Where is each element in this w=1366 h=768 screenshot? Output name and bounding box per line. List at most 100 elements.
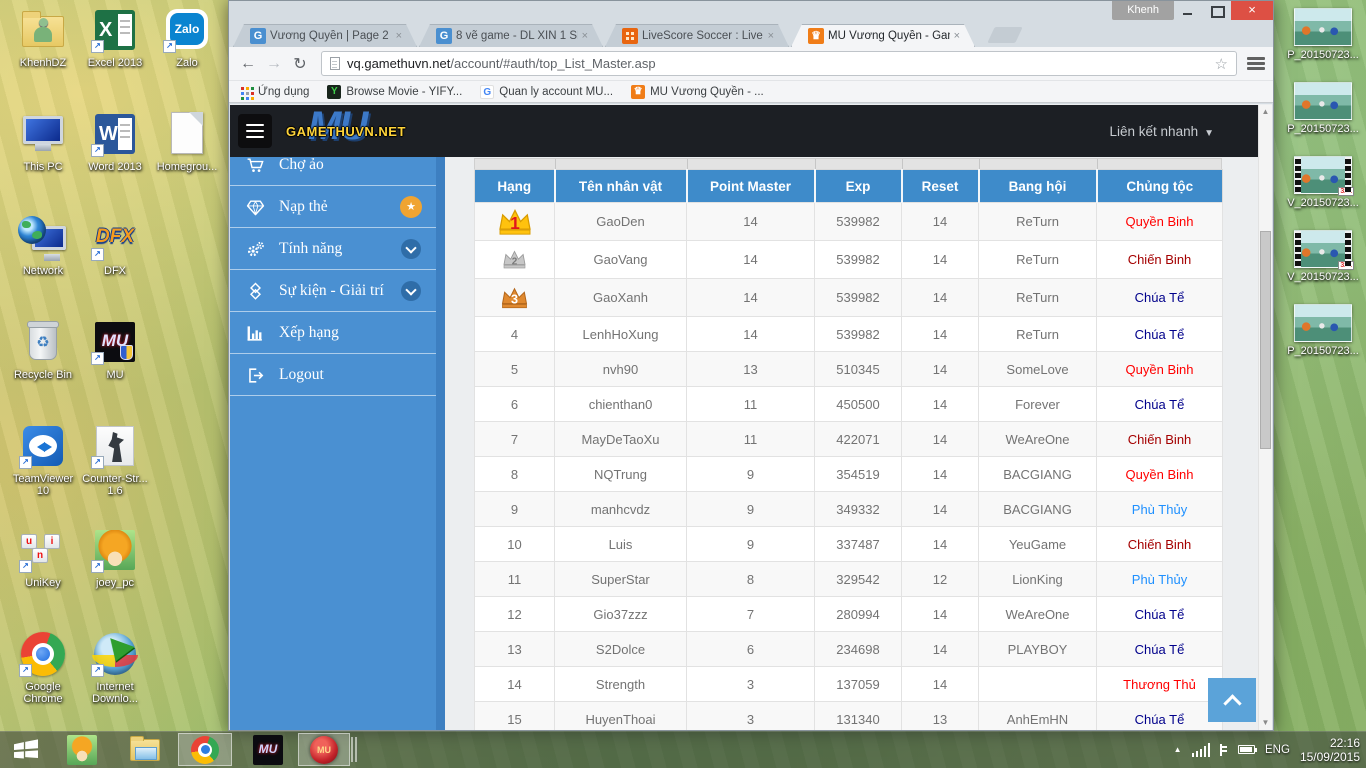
desktop-icon-label: TeamViewer 10	[6, 473, 80, 497]
desktop-icon-photo[interactable]: P_20150723...	[1286, 8, 1360, 61]
quick-links-dropdown[interactable]: Liên kết nhanh▼	[1110, 124, 1214, 139]
bookmarks-bar: Ứng dụng Browse Movie - YIFY... Quan ly …	[229, 80, 1273, 103]
cell-reset: 13	[902, 702, 979, 731]
desktop-icon-excel[interactable]: X Excel 2013	[78, 6, 152, 69]
browser-tab[interactable]: MU Vương Quyền - Game ×	[791, 24, 975, 47]
scrollbar-down-arrow[interactable]: ▼	[1259, 716, 1272, 730]
language-indicator[interactable]: ENG	[1265, 744, 1290, 756]
scroll-to-top-button[interactable]	[1208, 678, 1256, 722]
taskbar-icon-mu-dark[interactable]: MU	[248, 733, 288, 766]
bookmark-star-icon[interactable]: ☆	[1215, 55, 1228, 73]
start-button[interactable]	[0, 731, 52, 768]
desktop-icon-dfx[interactable]: DFX DFX	[78, 214, 152, 277]
battery-icon[interactable]	[1238, 745, 1255, 754]
power-plug-icon[interactable]	[1220, 744, 1228, 756]
taskbar-icon-chrome[interactable]	[178, 733, 232, 766]
maximize-button[interactable]	[1202, 1, 1231, 20]
tab-close-icon[interactable]: ×	[396, 30, 402, 42]
desktop-icon-video[interactable]: 321 V_20150723...	[1286, 156, 1360, 209]
close-button[interactable]: ×	[1231, 1, 1273, 20]
desktop-icon-cs[interactable]: Counter-Str... 1.6	[78, 422, 152, 497]
sidebar-item-gears[interactable]: Tính năng	[230, 229, 436, 270]
chart-icon	[244, 324, 266, 343]
table-row-rank-15: 15 HuyenThoai 3 131340 13 AnhEmHN Chúa T…	[475, 702, 1223, 731]
address-bar[interactable]: vq.gamethuvn.net/account/#auth/top_List_…	[321, 51, 1237, 76]
new-tab-button[interactable]	[987, 27, 1022, 43]
chevron-down-icon[interactable]	[401, 281, 421, 301]
chrome-menu-icon[interactable]	[1245, 57, 1267, 70]
desktop-icon-mu[interactable]: MU MU	[78, 318, 152, 381]
desktop-icon-label: Word 2013	[78, 161, 152, 173]
taskbar-icon-folder[interactable]	[124, 733, 166, 766]
cell-exp: 329542	[815, 562, 902, 597]
cell-race: Chúa Tể	[1097, 317, 1223, 352]
minimize-button[interactable]	[1173, 1, 1202, 20]
desktop-icon-idm[interactable]: Internet Downlo...	[78, 630, 152, 705]
desktop-icon-label: This PC	[6, 161, 80, 173]
cell-exp: 539982	[815, 241, 902, 279]
tab-close-icon[interactable]: ×	[768, 30, 774, 42]
sidebar-item-chart[interactable]: Xếp hạng	[230, 313, 436, 354]
site-logo[interactable]: MU GAMETHUVN.NET	[282, 108, 462, 154]
bookmark-item[interactable]: Quan ly account MU...	[480, 85, 613, 99]
page-scrollbar[interactable]: ▲ ▼	[1258, 105, 1272, 730]
bookmark-item[interactable]: Ứng dụng	[239, 85, 309, 99]
column-header: Reset	[902, 170, 979, 203]
desktop-icon-khenh[interactable]: KhenhDZ	[6, 6, 80, 69]
desktop-icon-joey[interactable]: joey_pc	[78, 526, 152, 589]
desktop-icon-zalo[interactable]: Zalo	[150, 6, 224, 69]
cell-race: Thương Thủ	[1097, 667, 1223, 702]
sidebar-item-diamond[interactable]: Nạp thẻ ★	[230, 187, 436, 228]
cell-exp: 450500	[815, 387, 902, 422]
taskbar-icon-joey[interactable]	[62, 733, 102, 766]
bookmark-item[interactable]: MU Vương Quyền - ...	[631, 85, 764, 99]
video-thumbnail-icon: 321	[1294, 230, 1352, 268]
cell-rank: 10	[475, 527, 555, 562]
desktop-icon-video[interactable]: 321 V_20150723...	[1286, 230, 1360, 283]
tray-expand-icon[interactable]: ▲	[1174, 745, 1182, 754]
browser-profile-button[interactable]: Khenh	[1112, 1, 1174, 20]
cell-exp: 349332	[815, 492, 902, 527]
cell-rank: 12	[475, 597, 555, 632]
ranking-table: HạngTên nhân vậtPoint MasterExpResetBang…	[474, 169, 1223, 730]
tab-close-icon[interactable]: ×	[582, 30, 588, 42]
back-icon[interactable]: ←	[235, 55, 261, 73]
cell-exp: 234698	[815, 632, 902, 667]
forward-icon[interactable]: →	[261, 55, 287, 73]
browser-tab[interactable]: LiveScore Soccer : Live So ×	[605, 24, 789, 47]
chevron-down-icon[interactable]	[401, 239, 421, 259]
tab-close-icon[interactable]: ×	[954, 30, 960, 42]
browser-tab[interactable]: 8 vẽ game - DL XIN 1 SLO ×	[419, 24, 603, 47]
browser-tab[interactable]: Vương Quyền | Page 2 | G ×	[233, 24, 417, 47]
desktop-icon-photo[interactable]: P_20150723...	[1286, 304, 1360, 357]
sidebar-item-logout[interactable]: Logout	[230, 355, 436, 396]
bookmark-item[interactable]: Browse Movie - YIFY...	[327, 85, 462, 99]
star-badge-icon: ★	[400, 196, 422, 218]
cell-reset: 14	[902, 241, 979, 279]
sidebar-item-events[interactable]: Sự kiện - Giải trí	[230, 271, 436, 312]
desktop-icon-pc[interactable]: This PC	[6, 110, 80, 173]
network-signal-icon[interactable]	[1192, 743, 1211, 757]
scrollbar-thumb[interactable]	[1260, 231, 1271, 449]
cell-character-name: nvh90	[555, 352, 687, 387]
desktop-icon-net[interactable]: Network	[6, 214, 80, 277]
clock[interactable]: 22:16 15/09/2015	[1300, 736, 1360, 764]
photo-thumbnail-icon	[1294, 8, 1352, 46]
browser-titlebar[interactable]: Khenh ×	[229, 1, 1273, 21]
scrollbar-up-arrow[interactable]: ▲	[1259, 105, 1272, 119]
desktop-icon-uni[interactable]: uin UniKey	[6, 526, 80, 589]
hamburger-menu-icon[interactable]	[238, 114, 272, 148]
refresh-icon[interactable]: ↻	[287, 54, 313, 74]
desktop-icon-chrome[interactable]: Google Chrome	[6, 630, 80, 705]
desktop-icon-word[interactable]: W Word 2013	[78, 110, 152, 173]
svg-text:3: 3	[511, 292, 518, 306]
cell-race: Quyền Binh	[1097, 352, 1223, 387]
desktop-icon-doc[interactable]: Homegrou...	[150, 110, 224, 173]
taskbar-icon-mu-red[interactable]: MU	[298, 733, 350, 766]
desktop-icon-photo[interactable]: P_20150723...	[1286, 82, 1360, 135]
desktop-icon-label: P_20150723...	[1286, 49, 1360, 61]
cell-character-name: HuyenThoai	[555, 702, 687, 731]
desktop-icon-tv[interactable]: TeamViewer 10	[6, 422, 80, 497]
desktop-icon-bin[interactable]: Recycle Bin	[6, 318, 80, 381]
cell-rank: 13	[475, 632, 555, 667]
